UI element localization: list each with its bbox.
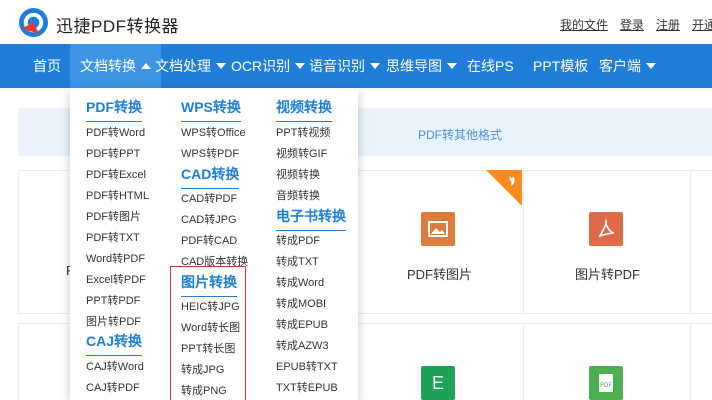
dd-item-txt-to-epub[interactable]: TXT转EPUB <box>276 379 338 395</box>
dd-item-video-convert[interactable]: 视频转换 <box>276 166 320 182</box>
dd-head-pdf: PDF转换 <box>86 99 142 122</box>
dd-item-word-to-pdf[interactable]: Word转PDF <box>86 250 145 266</box>
nav-ocr-label: OCR识别 <box>231 58 291 74</box>
dd-item-to-jpg[interactable]: 转成JPG <box>181 361 224 377</box>
dd-item-image-to-pdf[interactable]: 图片转PDF <box>86 313 141 329</box>
dd-head-caj: CAJ转换 <box>86 333 143 356</box>
nav-ppt-template-label: PPT模板 <box>533 58 589 74</box>
nav-client-label: 客户端 <box>599 58 641 74</box>
dd-item-to-epub[interactable]: 转成EPUB <box>276 316 328 332</box>
tool-label-pdf-to-image: PDF转图片 <box>407 267 473 282</box>
tool-label-image-to-pdf: 图片转PDF <box>575 267 641 282</box>
dd-item-caj-to-word[interactable]: CAJ转Word <box>86 358 144 374</box>
dd-item-word-to-long-image[interactable]: Word转长图 <box>181 319 240 335</box>
dd-item-pdf-to-cad[interactable]: PDF转CAD <box>181 232 237 248</box>
dd-head-ebook: 电子书转换 <box>276 208 346 231</box>
app-title: 迅捷PDF转换器 <box>56 17 179 36</box>
vip-link[interactable]: 开通 <box>692 16 712 33</box>
dd-item-excel-to-pdf[interactable]: Excel转PDF <box>86 271 146 287</box>
nav-home-label: 首页 <box>33 58 61 74</box>
dd-item-video-to-gif[interactable]: 视频转GIF <box>276 145 327 161</box>
my-files-link[interactable]: 我的文件 <box>560 16 608 33</box>
nav-mindmap-label: 思维导图 <box>386 58 442 74</box>
nav-home[interactable]: 首页 <box>33 44 61 88</box>
nav-doc-convert[interactable]: 文档转换 <box>70 44 161 88</box>
nav-doc-process-label: 文档处理 <box>155 58 211 74</box>
chevron-down-icon <box>295 63 306 69</box>
dd-item-to-txt[interactable]: 转成TXT <box>276 253 319 269</box>
nav-ocr[interactable]: OCR识别 <box>231 44 306 88</box>
login-link[interactable]: 登录 <box>620 16 644 33</box>
dd-item-to-pdf[interactable]: 转成PDF <box>276 232 320 248</box>
dd-item-audio-convert[interactable]: 音频转换 <box>276 187 320 203</box>
nav-doc-process[interactable]: 文档处理 <box>155 44 226 88</box>
hot-badge-icon <box>486 170 522 206</box>
app-logo-icon[interactable] <box>18 7 49 38</box>
dd-head-wps: WPS转换 <box>181 99 241 122</box>
dd-head-cad: CAD转换 <box>181 166 240 189</box>
nav-online-ps[interactable]: 在线PS <box>467 44 514 88</box>
dd-item-wps-to-office[interactable]: WPS转Office <box>181 124 246 140</box>
image-icon <box>421 212 455 246</box>
dd-item-to-mobi[interactable]: 转成MOBI <box>276 295 326 311</box>
nav-client[interactable]: 客户端 <box>599 44 656 88</box>
main-nav: 首页 文档转换 文档处理 OCR识别 语音识别 思维导图 在线PS PPT模板 … <box>0 44 712 88</box>
doc-convert-dropdown: PDF转换 PDF转Word PDF转PPT PDF转Excel PDF转HTM… <box>70 88 358 400</box>
excel-icon: E <box>421 366 455 400</box>
banner-title: PDF转其他格式 <box>418 128 503 142</box>
dd-item-pdf-to-ppt[interactable]: PDF转PPT <box>86 145 140 161</box>
nav-ppt-template[interactable]: PPT模板 <box>533 44 588 88</box>
chevron-down-icon <box>646 63 656 69</box>
dd-item-pdf-to-excel[interactable]: PDF转Excel <box>86 166 146 182</box>
header: 迅捷PDF转换器 我的文件 登录 注册 开通 <box>0 0 712 44</box>
dd-item-heic-to-jpg[interactable]: HEIC转JPG <box>181 298 240 314</box>
chevron-down-icon <box>216 63 226 69</box>
nav-voice-label: 语音识别 <box>309 58 365 74</box>
dd-item-pdf-to-image[interactable]: PDF转图片 <box>86 208 141 224</box>
register-link[interactable]: 注册 <box>656 16 680 33</box>
pdf-file-icon <box>589 212 623 246</box>
dd-item-caj-to-pdf[interactable]: CAJ转PDF <box>86 379 140 395</box>
pdf-green-icon: PDF <box>589 366 623 400</box>
chevron-down-icon <box>447 63 457 69</box>
dd-item-pdf-to-txt[interactable]: PDF转TXT <box>86 229 140 245</box>
top-links: 我的文件 登录 注册 开通 <box>560 16 712 33</box>
dd-item-cad-to-pdf[interactable]: CAD转PDF <box>181 190 237 206</box>
dd-item-ppt-to-video[interactable]: PPT转视频 <box>276 124 330 140</box>
tool-card[interactable] <box>690 323 712 400</box>
dd-head-video: 视频转换 <box>276 99 332 122</box>
chevron-down-icon <box>370 63 380 69</box>
dd-item-pdf-to-word[interactable]: PDF转Word <box>86 124 145 140</box>
pdf-icon-text: PDF <box>600 382 612 389</box>
nav-voice[interactable]: 语音识别 <box>309 44 380 88</box>
dd-item-pdf-to-html[interactable]: PDF转HTML <box>86 187 149 203</box>
nav-mindmap[interactable]: 思维导图 <box>386 44 457 88</box>
nav-doc-convert-label: 文档转换 <box>80 58 136 74</box>
chevron-up-icon <box>141 63 151 69</box>
dd-item-to-png[interactable]: 转成PNG <box>181 382 227 398</box>
dd-item-ppt-to-long-image[interactable]: PPT转长图 <box>181 340 235 356</box>
tool-card[interactable] <box>690 170 712 314</box>
dd-item-cad-to-jpg[interactable]: CAD转JPG <box>181 211 237 227</box>
dd-item-wps-to-pdf[interactable]: WPS转PDF <box>181 145 239 161</box>
dd-head-image: 图片转换 <box>181 274 237 297</box>
dd-item-to-azw3[interactable]: 转成AZW3 <box>276 337 329 353</box>
dd-item-epub-to-txt[interactable]: EPUB转TXT <box>276 358 338 374</box>
dd-item-ppt-to-pdf[interactable]: PPT转PDF <box>86 292 140 308</box>
dd-item-to-word[interactable]: 转成Word <box>276 274 324 290</box>
nav-online-ps-label: 在线PS <box>467 58 514 74</box>
